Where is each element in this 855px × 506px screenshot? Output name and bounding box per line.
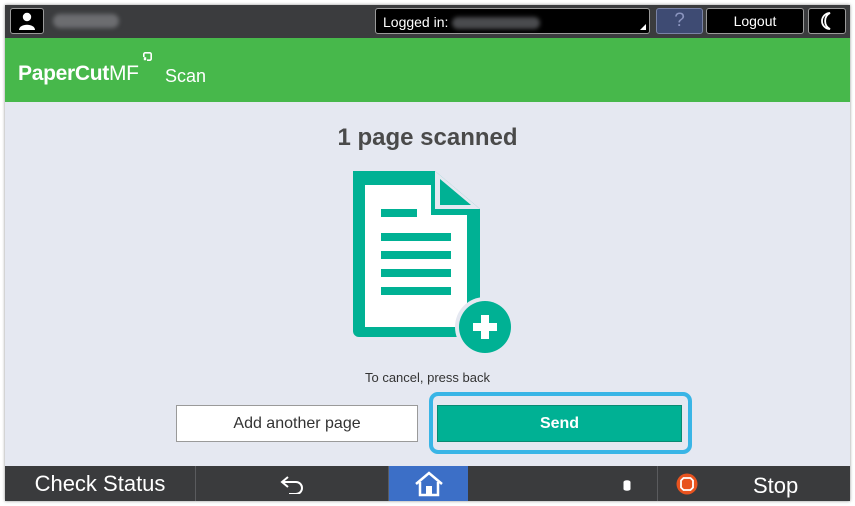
help-button[interactable]: ?: [656, 8, 703, 34]
brand-main: PaperCut: [18, 62, 109, 85]
papercut-logo: PaperCutMF: [18, 62, 139, 86]
bottom-bar: Check Status Stop: [5, 466, 850, 501]
brand-suffix: MF: [108, 62, 139, 85]
stop-icon: [676, 473, 698, 495]
page-title: Scan: [165, 66, 207, 86]
moon-icon: [821, 12, 831, 30]
app-header: PaperCutMF Scan: [5, 38, 850, 102]
document-add-icon: [353, 171, 513, 357]
check-status-button[interactable]: Check Status: [5, 466, 196, 501]
logged-in-field[interactable]: Logged in:: [375, 8, 650, 34]
send-button[interactable]: Send: [437, 405, 682, 442]
home-button[interactable]: [389, 466, 468, 501]
add-another-page-button[interactable]: Add another page: [176, 405, 418, 442]
stop-label: Stop: [753, 473, 799, 498]
user-icon: [19, 12, 35, 30]
scan-status-title: 1 page scanned: [337, 124, 518, 151]
expand-corner-icon: [640, 24, 646, 30]
back-arrow-icon: [280, 475, 303, 494]
back-button[interactable]: [196, 466, 389, 501]
home-icon: [414, 470, 443, 496]
top-status-bar: Logged in: ? Logout: [5, 5, 850, 38]
user-button[interactable]: [10, 8, 44, 34]
logged-in-label: Logged in:: [383, 14, 449, 30]
scan-content: 1 page scanned To cancel, press back Add…: [5, 102, 850, 466]
toner-icon: [623, 480, 631, 491]
username-redacted: [53, 14, 119, 28]
logo-mark-icon: [143, 52, 152, 61]
check-status-label: Check Status: [34, 470, 166, 496]
logout-button[interactable]: Logout: [706, 8, 804, 34]
energy-saver-button[interactable]: [808, 8, 846, 34]
cancel-hint: To cancel, press back: [364, 370, 490, 385]
device-panel: Logged in: ? Logout PaperCutMF Scan 1 pa…: [5, 5, 850, 501]
logged-in-user-redacted: [452, 17, 540, 29]
